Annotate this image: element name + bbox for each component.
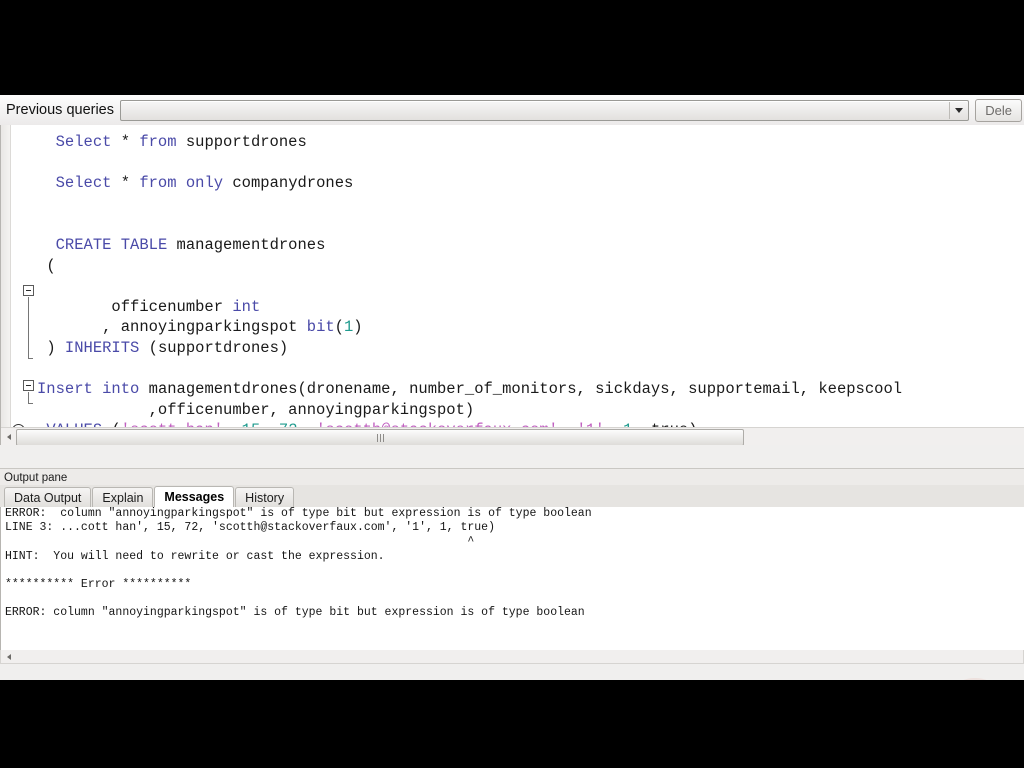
code-token: ,officenumber, annoyingparkingspot) xyxy=(148,400,475,419)
code-token: TABLE xyxy=(120,235,168,254)
editor-code[interactable]: Select * from supportdrones Select * fro… xyxy=(37,125,1024,445)
code-line xyxy=(37,153,1024,174)
code-token: Select xyxy=(55,174,112,193)
message-line: LINE 3: ...cott han', 15, 72, 'scotth@st… xyxy=(5,521,495,535)
code-token: , annoyingparkingspot xyxy=(102,318,307,337)
code-line: officenumber int xyxy=(37,297,1024,318)
code-line: ( xyxy=(37,256,1024,277)
code-token: INHERITS xyxy=(64,338,140,357)
code-token: ( xyxy=(334,318,344,337)
arrow-left-icon[interactable] xyxy=(1,649,16,664)
code-token: CREATE xyxy=(55,235,112,254)
code-line: , annoyingparkingspot bit(1) xyxy=(37,317,1024,338)
output-pane-title: Output pane xyxy=(0,468,1024,486)
editor-fold-column[interactable] xyxy=(11,125,37,445)
code-token: Insert xyxy=(37,380,93,399)
code-token: int xyxy=(232,297,261,316)
previous-queries-combobox[interactable] xyxy=(120,99,970,121)
editor-horizontal-scrollbar[interactable] xyxy=(1,427,1024,445)
code-token: managementdrones xyxy=(167,235,326,254)
message-line xyxy=(1,564,1024,578)
code-token: 1 xyxy=(343,318,354,337)
messages-panel[interactable]: ERROR: column "annoyingparkingspot" is o… xyxy=(0,507,1024,650)
code-token: from xyxy=(139,133,177,151)
code-line xyxy=(37,194,1024,215)
message-line: ********** Error ********** xyxy=(5,578,192,592)
delete-button[interactable]: Dele xyxy=(975,98,1022,122)
code-token: from xyxy=(139,174,177,193)
code-line: ,officenumber, annoyingparkingspot) xyxy=(37,400,1024,421)
tab-history[interactable]: History xyxy=(235,487,295,507)
code-line: Select * from only companydrones xyxy=(37,173,1024,194)
output-tabs[interactable]: Data Output Explain Messages History xyxy=(0,485,1024,508)
chevron-down-icon[interactable] xyxy=(949,101,968,119)
screen: Previous queries Dele Select * from supp… xyxy=(0,0,1024,768)
code-token: Select xyxy=(55,133,112,151)
editor-gutter xyxy=(1,125,11,445)
code-token: managementdrones(dronename, number_of_mo… xyxy=(139,380,903,399)
fold-collapse-icon[interactable] xyxy=(23,285,34,296)
code-token: only xyxy=(185,174,224,193)
code-token: supportdrones xyxy=(176,133,307,151)
previous-queries-toolbar: Previous queries Dele xyxy=(0,95,1024,126)
fold-guide-line xyxy=(28,297,33,359)
message-line xyxy=(1,592,1024,606)
grip-icon xyxy=(376,433,384,442)
fold-collapse-icon[interactable] xyxy=(23,380,34,391)
messages-horizontal-scrollbar[interactable] xyxy=(0,650,1024,664)
code-line: Insert into managementdrones(dronename, … xyxy=(37,379,1024,400)
message-line: ^ xyxy=(5,535,475,549)
code-token: * xyxy=(111,174,140,193)
code-line: ) INHERITS (supportdrones) xyxy=(37,338,1024,359)
scrollbar-track[interactable] xyxy=(16,429,1024,445)
code-line: CREATE TABLE managementdrones xyxy=(37,235,1024,256)
code-line xyxy=(37,359,1024,380)
previous-queries-label: Previous queries xyxy=(6,102,114,118)
sql-editor[interactable]: Select * from supportdrones Select * fro… xyxy=(0,125,1024,445)
tab-messages[interactable]: Messages xyxy=(154,486,235,507)
fold-guide-line xyxy=(28,392,33,404)
code-token: * xyxy=(111,133,140,151)
message-line: ERROR: column "annoyingparkingspot" is o… xyxy=(5,606,585,620)
code-token: ( xyxy=(46,256,56,275)
play-button-icon xyxy=(941,678,1009,680)
arrow-left-icon[interactable] xyxy=(1,429,16,444)
message-line: ERROR: column "annoyingparkingspot" is o… xyxy=(5,507,592,520)
code-token: officenumber xyxy=(111,297,233,316)
code-line xyxy=(37,214,1024,235)
code-line xyxy=(37,276,1024,297)
pgadmin-query-window: Previous queries Dele Select * from supp… xyxy=(0,95,1024,680)
tab-explain[interactable]: Explain xyxy=(92,487,154,507)
code-token: companydrones xyxy=(223,174,354,193)
code-token: ) xyxy=(353,318,363,337)
scrollbar-thumb[interactable] xyxy=(16,429,745,445)
code-token: ) xyxy=(46,338,65,357)
message-line: HINT: You will need to rewrite or cast t… xyxy=(5,549,385,563)
code-token: (supportdrones) xyxy=(139,338,289,357)
code-token: into xyxy=(102,380,140,399)
code-line: Select * from supportdrones xyxy=(37,132,1024,153)
code-token: bit xyxy=(306,318,335,337)
tab-data-output[interactable]: Data Output xyxy=(4,487,92,507)
scrollbar-track[interactable] xyxy=(16,649,1023,664)
